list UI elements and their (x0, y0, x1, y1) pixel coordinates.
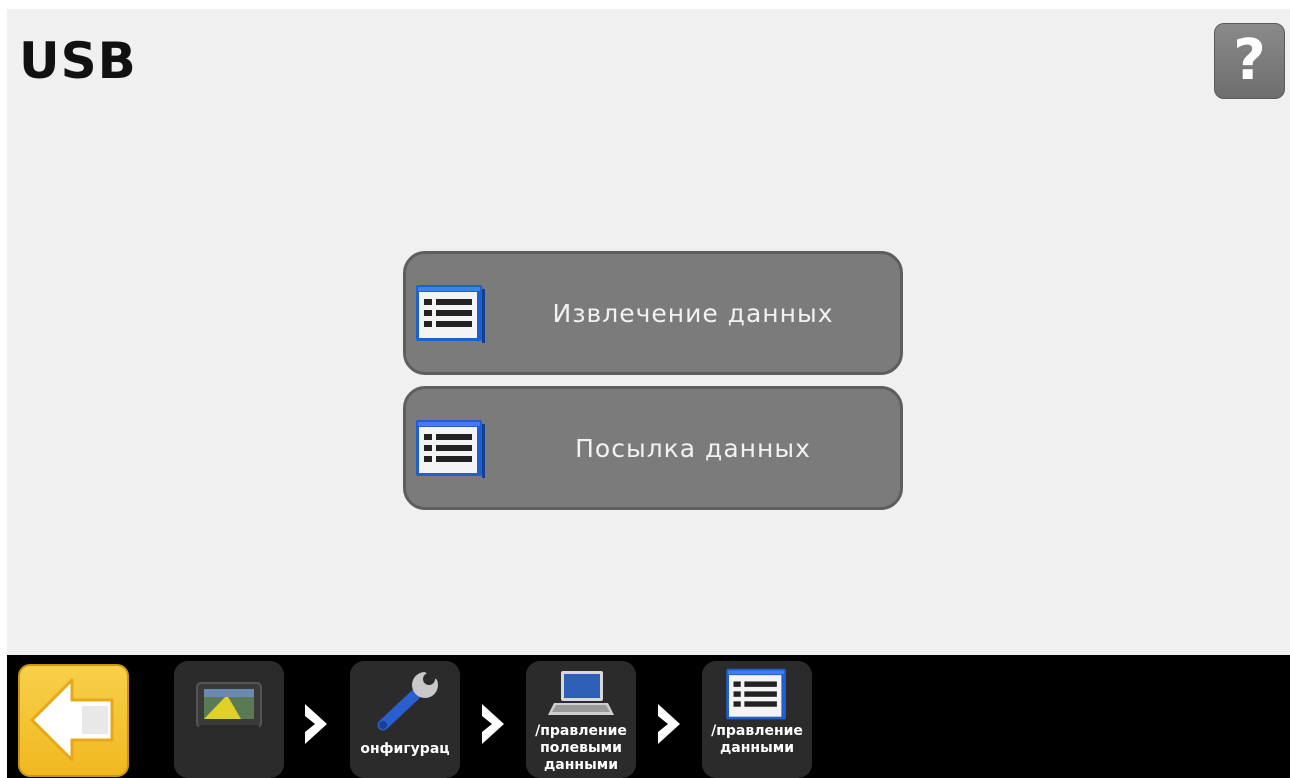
bottom-navigation-bar: онфигурац /правление полевыми данными /п… (7, 655, 1290, 778)
laptop-icon (548, 671, 614, 715)
breadcrumb-item-data-management[interactable]: /правление данными (702, 661, 812, 778)
extract-data-label: Извлечение данных (552, 298, 834, 328)
breadcrumb-label: онфигурац (360, 741, 450, 757)
help-icon: ? (1233, 28, 1266, 93)
list-icon (726, 668, 786, 720)
send-data-button[interactable]: Посылка данных (403, 386, 903, 510)
breadcrumb-label: /правление данными (711, 723, 803, 756)
screen: USB ? Извлечение данных Посылка данных о… (7, 9, 1290, 778)
breadcrumb-label: /правление полевыми данными (535, 723, 627, 773)
display-terminal-icon (196, 682, 262, 731)
list-icon (414, 283, 486, 349)
chevron-right-icon (482, 704, 504, 744)
chevron-right-icon (658, 704, 680, 744)
help-button[interactable]: ? (1214, 23, 1285, 99)
list-icon (414, 418, 486, 484)
extract-data-button[interactable]: Извлечение данных (403, 251, 903, 375)
page-title: USB (19, 32, 137, 90)
breadcrumb-item-field-data-management[interactable]: /правление полевыми данными (526, 661, 636, 778)
breadcrumb-item-home[interactable] (174, 661, 284, 778)
back-arrow-icon (30, 678, 114, 762)
back-button[interactable] (18, 664, 129, 777)
chevron-right-icon (305, 704, 327, 744)
send-data-label: Посылка данных (575, 433, 811, 463)
breadcrumb-item-configuration[interactable]: онфигурац (350, 661, 460, 778)
wrench-icon (377, 671, 439, 731)
